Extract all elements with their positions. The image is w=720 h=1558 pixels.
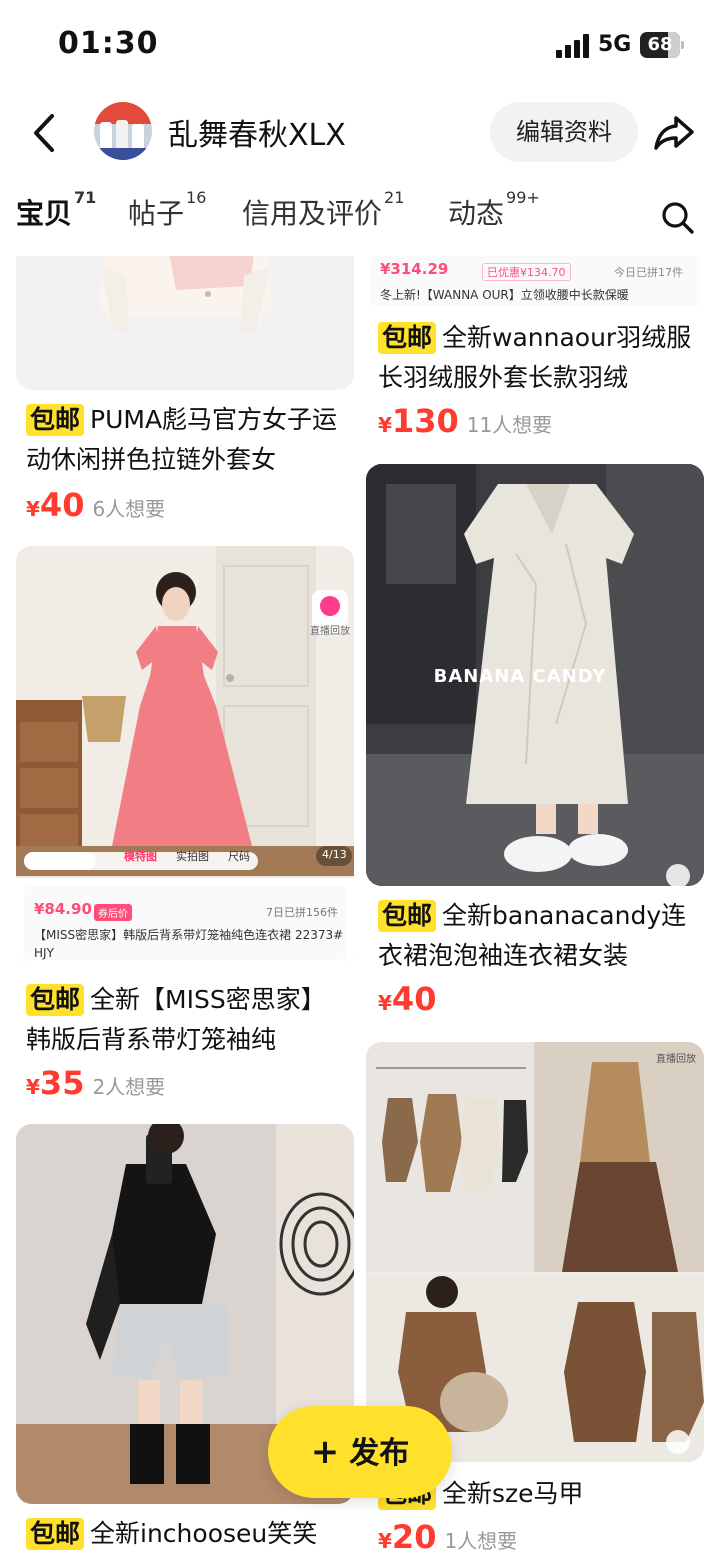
sze-wants: 1人想要 [444, 1529, 518, 1553]
tab-bar: 宝贝 71 帖子 16 信用及评价 21 动态 99+ [0, 184, 720, 246]
wanna-product-image[interactable]: ¥314.29 已优惠¥134.70 今日已拼17件 冬上新!【WANNA OU… [366, 256, 704, 310]
free-shipping-badge: 包邮 [26, 1518, 85, 1550]
banana-price-row: ¥40 [378, 980, 437, 1018]
info-price: ¥84.90 [34, 900, 92, 918]
banner-sold: 今日已拼17件 [614, 266, 683, 279]
image-pager: 4/13 [322, 848, 347, 861]
sze-price-row: ¥20 1人想要 [378, 1518, 518, 1556]
banner-price: ¥314.29 [380, 260, 449, 278]
tab-items-count: 71 [74, 188, 97, 207]
free-shipping-badge: 包邮 [378, 900, 437, 932]
tab-credit-reviews[interactable]: 信用及评价 21 [242, 188, 404, 232]
profile-header: 乱舞春秋XLX 编辑资料 [0, 92, 720, 176]
tab-items[interactable]: 宝贝 71 [16, 188, 96, 232]
tab-real-photo[interactable]: 实拍图 [176, 848, 209, 864]
banana-overlay-text: BANANA CANDY [433, 666, 607, 687]
miss-wants: 2人想要 [92, 1075, 166, 1099]
plus-icon: + [310, 1432, 340, 1472]
status-time: 01:30 [58, 26, 159, 61]
banner-title: 冬上新!【WANNA OUR】立领收腰中长款保暖 [380, 288, 629, 302]
tab-size[interactable]: 尺码 [228, 848, 250, 864]
free-shipping-badge: 包邮 [378, 322, 437, 354]
wanna-wants: 11人想要 [466, 413, 553, 437]
live-replay-label: 直播回放 [656, 1054, 696, 1065]
puma-product-image[interactable] [16, 256, 354, 390]
network-label: 5G [598, 32, 632, 57]
miss-price-row: ¥35 2人想要 [26, 1064, 166, 1102]
share-icon[interactable] [652, 110, 696, 154]
back-icon[interactable] [24, 108, 64, 158]
status-bar: 01:30 5G 68 [0, 0, 720, 92]
banana-title[interactable]: 包邮 全新bananacandy连衣裙泡泡袖连衣裙女装 [378, 896, 698, 976]
banner-discount: 已优惠¥134.70 [482, 263, 571, 281]
info-title: 【MISS密思家】韩版后背系带灯笼袖纯色连衣裙 22373# HJY [34, 928, 344, 960]
battery-icon: 68 [640, 32, 684, 58]
puma-title[interactable]: 包邮 PUMA彪马官方女子运动休闲拼色拉链外套女 [26, 400, 346, 480]
edit-profile-button[interactable]: 编辑资料 [490, 102, 638, 162]
sze-product-image[interactable]: 直播回放 [366, 1042, 704, 1462]
banana-price: 40 [391, 980, 437, 1018]
item-feed: 包邮 PUMA彪马官方女子运动休闲拼色拉链外套女 ¥40 6人想要 直播回放 模… [0, 256, 720, 1558]
shop-name: 乱舞春秋XLX [168, 118, 346, 153]
miss-product-image[interactable]: 直播回放 模特图 实拍图 尺码 4/13 ¥84.90 券后价 7日已拼156件… [16, 546, 354, 968]
free-shipping-badge: 包邮 [26, 984, 85, 1016]
puma-price: 40 [39, 486, 85, 524]
banana-product-image[interactable]: BANANA CANDY [366, 464, 704, 886]
tab-credit-count: 21 [384, 188, 405, 207]
info-tag: 券后价 [94, 904, 132, 921]
inchoose-title[interactable]: 包邮 全新inchooseu笑笑 [26, 1514, 346, 1554]
wanna-price-row: ¥130 11人想要 [378, 402, 553, 440]
info-sold: 7日已拼156件 [266, 906, 338, 919]
battery-level: 68 [647, 34, 673, 55]
miss-title[interactable]: 包邮 全新【MISS密思家】韩版后背系带灯笼袖纯 [26, 980, 346, 1060]
tab-posts[interactable]: 帖子 16 [128, 188, 206, 232]
tab-activity[interactable]: 动态 99+ [448, 188, 540, 232]
avatar[interactable] [94, 102, 152, 160]
puma-price-row: ¥40 6人想要 [26, 486, 166, 524]
free-shipping-badge: 包邮 [26, 404, 85, 436]
miss-price: 35 [39, 1064, 85, 1102]
wanna-price: 130 [391, 402, 459, 440]
publish-button[interactable]: + 发布 [268, 1406, 452, 1498]
puma-wants: 6人想要 [92, 497, 166, 521]
tab-activity-count: 99+ [506, 188, 540, 207]
wanna-title[interactable]: 包邮 全新wannaour羽绒服长羽绒服外套长款羽绒 [378, 318, 698, 398]
search-icon[interactable] [660, 200, 696, 236]
live-replay-label: 直播回放 [310, 626, 350, 637]
tab-posts-count: 16 [186, 188, 207, 207]
signal-icon [556, 34, 590, 58]
sze-price: 20 [391, 1518, 437, 1556]
tab-model-photo[interactable]: 模特图 [124, 848, 157, 864]
